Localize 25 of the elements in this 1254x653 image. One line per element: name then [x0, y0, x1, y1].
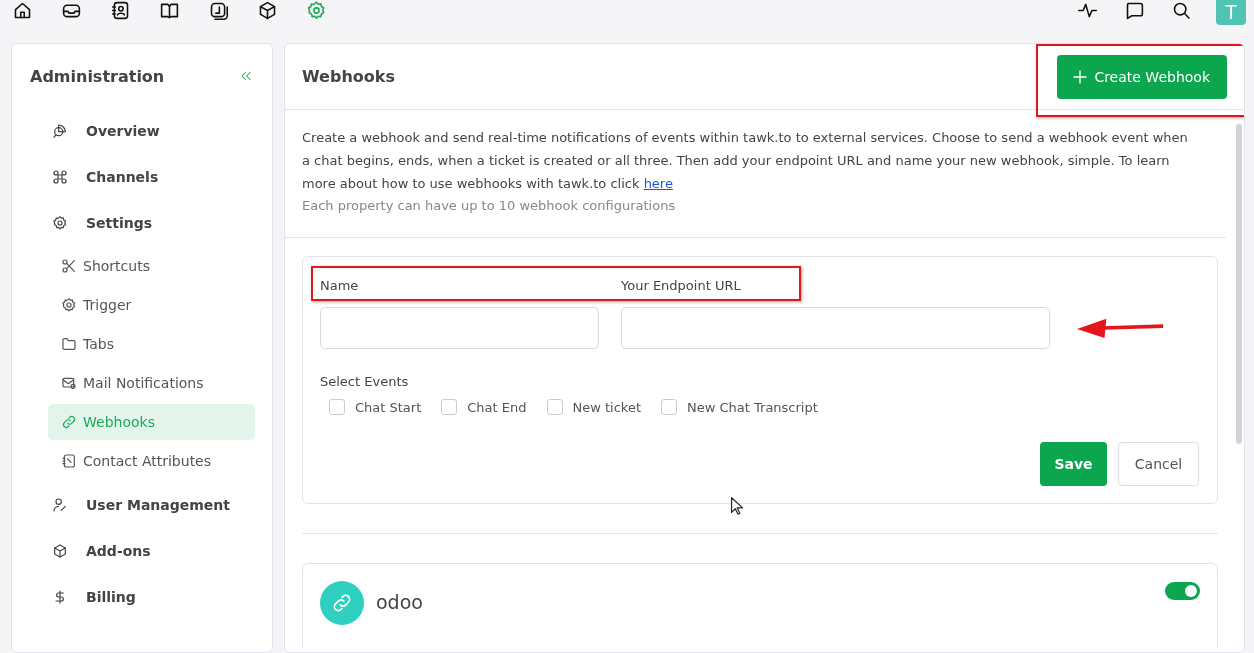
checkbox-option[interactable]: New ticket [546, 399, 641, 415]
field-label: Your Endpoint URL [621, 277, 742, 295]
events-label: Select Events [320, 374, 410, 389]
sidebar-item[interactable]: Billing [30, 574, 255, 620]
checkbox-option[interactable]: Chat End [441, 399, 527, 415]
sidebar-item[interactable]: Shortcuts [48, 248, 255, 284]
sidebar-item[interactable]: Trigger [48, 287, 255, 323]
sidebar-item[interactable]: Tabs [48, 326, 255, 362]
field-label: Name [320, 277, 360, 295]
page-title: Webhooks [302, 67, 395, 86]
sidebar-item[interactable]: Settings [30, 200, 255, 246]
limit-note: Each property can have up to 10 webhook configurations [302, 197, 677, 215]
cancel-button[interactable]: Cancel [1118, 442, 1199, 486]
sidebar-item[interactable]: User Management [30, 482, 255, 528]
webhook-name: odoo [376, 591, 424, 613]
checkbox-option[interactable]: Chat Start [329, 399, 422, 415]
sidebar-item[interactable]: Contact Attributes [48, 443, 255, 479]
sidebar-item[interactable]: Mail Notifications [48, 365, 255, 401]
description: Create a webhook and send real-time notifications of events within tawk.to to external services. Choose to send a webhook event when a chat begins, ends, when a ticket is created or all three. Then add your endpoint URL and name your new webhook, simple. To learn more about how to use webhooks with tawk.to click here [302, 129, 1189, 193]
checkbox-option[interactable]: New Chat Transcript [661, 399, 818, 415]
sidebar-item[interactable]: Add-ons [30, 528, 255, 574]
sidebar-title: Administration [30, 66, 165, 86]
help-link[interactable]: here [643, 176, 673, 191]
sidebar-item[interactable]: Overview [30, 108, 255, 154]
sidebar-item[interactable]: Channels [30, 154, 255, 200]
